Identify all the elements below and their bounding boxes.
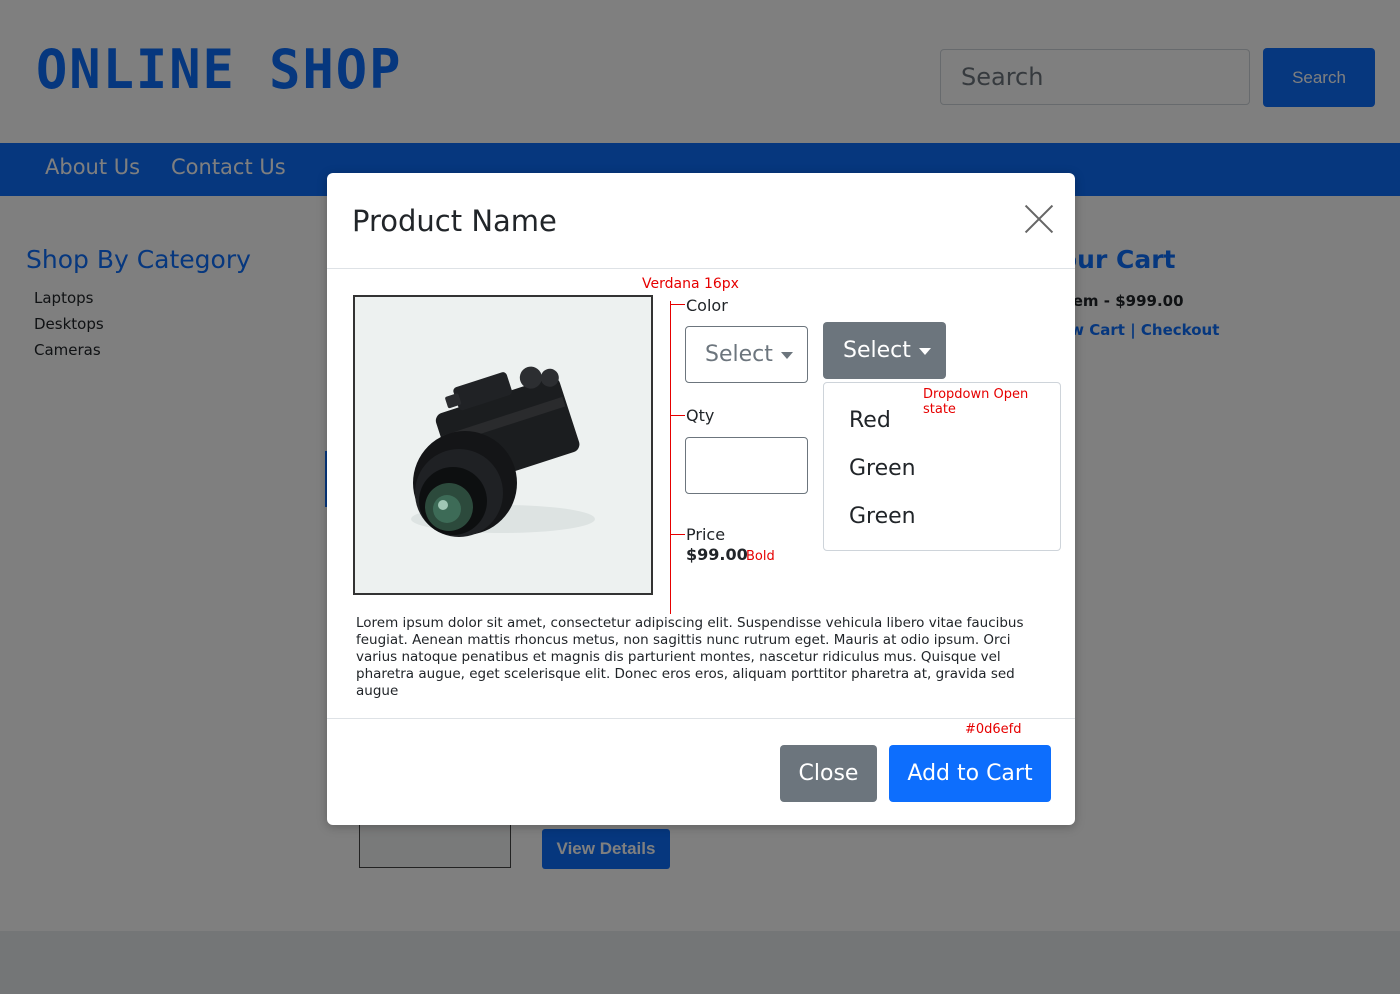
dropdown-item-red[interactable]: Red	[849, 408, 891, 433]
price-value: $99.00	[686, 545, 748, 564]
annotation-tick-color	[670, 304, 685, 305]
modal-header: Product Name	[327, 173, 1075, 269]
color-select[interactable]: Select	[685, 326, 808, 383]
annotation-bold-note: Bold	[746, 549, 775, 564]
color-dropdown-button[interactable]: Select	[823, 322, 946, 379]
close-button[interactable]: Close	[780, 745, 877, 802]
modal-title: Product Name	[352, 204, 557, 238]
modal-footer: Close Add to Cart	[327, 718, 1075, 826]
add-to-cart-button[interactable]: Add to Cart	[889, 745, 1051, 802]
product-description: Lorem ipsum dolor sit amet, consectetur …	[356, 615, 1024, 699]
color-select-label: Select	[705, 342, 773, 367]
annotation-guide-line	[670, 301, 671, 614]
price-label: Price	[686, 525, 726, 544]
chevron-down-icon	[918, 347, 931, 355]
annotation-tick-price	[670, 534, 685, 535]
camera-icon	[355, 297, 651, 593]
chevron-down-icon	[780, 351, 793, 359]
dropdown-item-green-2[interactable]: Green	[849, 504, 916, 529]
annotation-dropdown-note: Dropdown Open state	[923, 387, 1029, 417]
color-dropdown-label: Select	[843, 338, 911, 363]
color-label: Color	[686, 296, 728, 315]
color-dropdown-menu: Dropdown Open state Red Green Green	[823, 382, 1061, 551]
product-image	[353, 295, 653, 595]
annotation-tick-qty	[670, 415, 685, 416]
product-modal: Product Name Verdana 16px Color Select S…	[327, 173, 1075, 825]
qty-label: Qty	[686, 406, 715, 425]
qty-input[interactable]	[685, 437, 808, 494]
annotation-font-note: Verdana 16px	[642, 276, 739, 292]
dropdown-item-green[interactable]: Green	[849, 456, 916, 481]
close-icon[interactable]	[1023, 203, 1055, 235]
